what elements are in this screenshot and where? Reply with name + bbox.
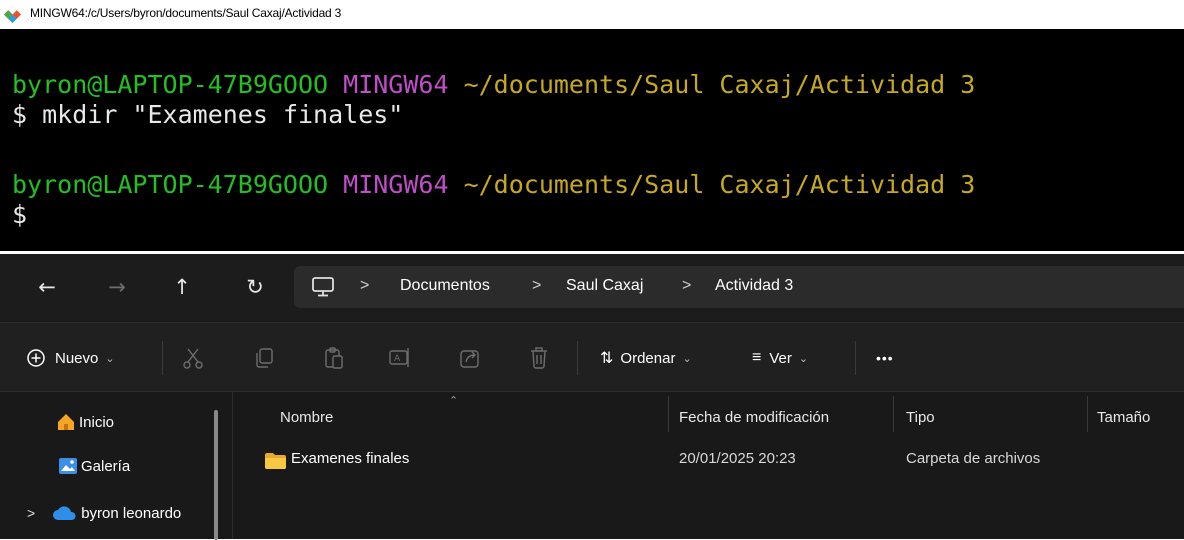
breadcrumb-separator: > bbox=[532, 277, 542, 294]
home-icon bbox=[58, 414, 74, 430]
sidebar-scrollbar[interactable] bbox=[214, 410, 218, 540]
expand-chevron-icon[interactable]: > bbox=[27, 505, 35, 521]
chevron-down-icon: ⌄ bbox=[798, 352, 809, 365]
more-icon: ••• bbox=[876, 350, 894, 366]
sidebar-item-label: byron leonardo bbox=[81, 504, 182, 522]
command-bar: Nuevo ⌄ A ⇅ Ordenar ⌄ ≡ Ver ⌄ ••• bbox=[0, 322, 1184, 392]
terminal-prompt-line: byron@LAPTOP-47B9GOOO MINGW64 ~/document… bbox=[12, 171, 975, 199]
breadcrumb-saul-caxaj[interactable]: Saul Caxaj bbox=[566, 277, 643, 295]
chevron-down-icon: ⌄ bbox=[682, 352, 692, 365]
breadcrumb-actividad-3[interactable]: Actividad 3 bbox=[715, 277, 793, 295]
new-button[interactable]: Nuevo ⌄ bbox=[26, 323, 115, 393]
prompt-symbol: $ bbox=[12, 200, 28, 229]
add-circle-icon bbox=[27, 349, 45, 367]
refresh-icon: ↻ bbox=[246, 275, 264, 299]
file-type: Carpeta de archivos bbox=[906, 450, 1041, 467]
prompt-user-host: byron@LAPTOP-47B9GOOO bbox=[12, 70, 329, 99]
sort-button[interactable]: ⇅ Ordenar ⌄ bbox=[600, 323, 692, 393]
column-header-date[interactable]: Fecha de modificación bbox=[679, 402, 829, 432]
rename-icon[interactable]: A bbox=[388, 346, 412, 370]
gallery-icon bbox=[59, 458, 77, 474]
back-button[interactable]: ← bbox=[30, 270, 64, 304]
folder-icon bbox=[265, 453, 286, 469]
file-name: Examenes finales bbox=[291, 450, 410, 467]
file-modified-date: 20/01/2025 20:23 bbox=[679, 450, 796, 467]
view-button[interactable]: ≡ Ver ⌄ bbox=[752, 323, 808, 393]
refresh-button[interactable]: ↻ bbox=[238, 270, 272, 304]
terminal-input-line[interactable]: $ bbox=[12, 201, 27, 229]
toolbar-divider bbox=[855, 341, 856, 375]
sidebar-item-onedrive[interactable]: > byron leonardo bbox=[27, 496, 181, 530]
more-options-button[interactable]: ••• bbox=[876, 323, 894, 393]
terminal-window: MINGW64:/c/Users/byron/documents/Saul Ca… bbox=[0, 0, 1184, 251]
back-arrow-icon: ← bbox=[38, 275, 56, 299]
up-button[interactable]: ↑ bbox=[165, 270, 199, 304]
copy-icon[interactable] bbox=[252, 346, 276, 370]
terminal-output[interactable]: byron@LAPTOP-47B9GOOO MINGW64 ~/document… bbox=[0, 29, 1184, 251]
prompt-path: ~/documents/Saul Caxaj/Actividad 3 bbox=[463, 70, 976, 99]
column-divider[interactable] bbox=[668, 396, 669, 432]
sidebar-item-inicio[interactable]: Inicio bbox=[56, 405, 114, 439]
chevron-down-icon: ⌄ bbox=[105, 352, 115, 365]
paste-icon[interactable] bbox=[322, 346, 346, 370]
git-bash-icon bbox=[3, 5, 22, 24]
sidebar-item-label: Inicio bbox=[79, 413, 115, 431]
delete-icon[interactable] bbox=[527, 346, 551, 370]
up-arrow-icon: ↑ bbox=[173, 275, 191, 299]
this-pc-icon bbox=[312, 277, 334, 297]
terminal-prompt-line: byron@LAPTOP-47B9GOOO MINGW64 ~/document… bbox=[12, 71, 975, 99]
svg-text:A: A bbox=[394, 354, 401, 364]
prompt-symbol: $ bbox=[12, 100, 28, 129]
terminal-window-title: MINGW64:/c/Users/byron/documents/Saul Ca… bbox=[30, 6, 342, 20]
column-header-type[interactable]: Tipo bbox=[906, 402, 935, 432]
column-header-name[interactable]: Nombre bbox=[280, 402, 333, 432]
prompt-user-host: byron@LAPTOP-47B9GOOO bbox=[12, 170, 329, 199]
sidebar-item-label: Galería bbox=[81, 457, 131, 475]
sort-icon: ⇅ bbox=[600, 350, 614, 367]
new-button-label: Nuevo bbox=[55, 349, 99, 367]
column-header-size[interactable]: Tamaño bbox=[1097, 402, 1150, 432]
breadcrumb-separator: > bbox=[360, 277, 370, 294]
navigation-bar: ← → ↑ ↻ > Documentos > Saul Caxaj > Acti… bbox=[0, 254, 1184, 321]
sidebar-item-galeria[interactable]: Galería bbox=[58, 449, 130, 483]
breadcrumb-separator: > bbox=[682, 277, 692, 294]
toolbar-divider bbox=[577, 341, 578, 375]
forward-button[interactable]: → bbox=[100, 270, 134, 304]
prompt-env: MINGW64 bbox=[343, 170, 449, 199]
sort-button-label: Ordenar bbox=[620, 349, 676, 367]
navigation-pane: Inicio Galería > byron leonardo bbox=[0, 392, 232, 540]
file-explorer-window: ← → ↑ ↻ > Documentos > Saul Caxaj > Acti… bbox=[0, 254, 1184, 540]
terminal-command-line: $ mkdir "Examenes finales" bbox=[12, 101, 403, 129]
command-text: mkdir "Examenes finales" bbox=[42, 100, 404, 129]
column-divider[interactable] bbox=[893, 396, 894, 432]
view-button-label: Ver bbox=[769, 349, 792, 367]
file-list: ⌃ Nombre Fecha de modificación Tipo Tama… bbox=[232, 392, 1184, 539]
prompt-env: MINGW64 bbox=[343, 70, 449, 99]
sort-ascending-icon: ⌃ bbox=[449, 394, 459, 407]
share-icon[interactable] bbox=[458, 346, 482, 370]
view-list-icon: ≡ bbox=[752, 349, 762, 366]
prompt-path: ~/documents/Saul Caxaj/Actividad 3 bbox=[463, 170, 976, 199]
toolbar-divider bbox=[162, 341, 163, 375]
cut-icon[interactable] bbox=[181, 346, 205, 370]
onedrive-cloud-icon bbox=[53, 506, 76, 520]
column-divider[interactable] bbox=[1087, 396, 1088, 432]
forward-arrow-icon: → bbox=[108, 275, 126, 299]
terminal-titlebar[interactable]: MINGW64:/c/Users/byron/documents/Saul Ca… bbox=[0, 0, 1184, 29]
address-bar[interactable]: > Documentos > Saul Caxaj > Actividad 3 bbox=[294, 266, 1184, 308]
breadcrumb-documentos[interactable]: Documentos bbox=[400, 277, 490, 295]
